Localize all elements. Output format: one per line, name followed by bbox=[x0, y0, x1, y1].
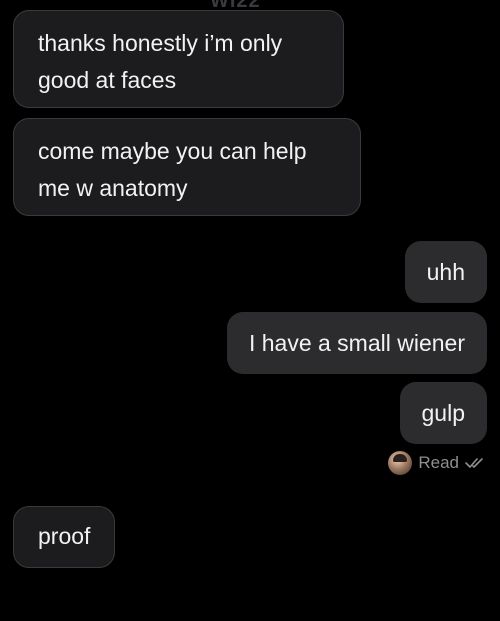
incoming-message[interactable]: come maybe you can help me w anatomy bbox=[13, 118, 361, 216]
outgoing-message[interactable]: gulp bbox=[399, 382, 487, 444]
double-check-icon bbox=[465, 458, 483, 468]
message-text: proof bbox=[38, 523, 91, 549]
message-text: I have a small wiener bbox=[248, 330, 465, 356]
message-text: come maybe you can help me w anatomy bbox=[38, 138, 307, 201]
incoming-message[interactable]: proof bbox=[13, 506, 116, 568]
message-text: thanks honestly i’m only good at faces bbox=[38, 30, 283, 93]
outgoing-message[interactable]: I have a small wiener bbox=[226, 312, 487, 374]
incoming-message[interactable]: thanks honestly i’m only good at faces bbox=[13, 10, 344, 108]
outgoing-message[interactable]: uhh bbox=[404, 241, 487, 303]
header-partial-title: WI22 bbox=[210, 0, 290, 8]
message-text: uhh bbox=[426, 259, 465, 285]
read-label: Read bbox=[418, 453, 459, 472]
chat-screen: WI22 thanks honestly i’m only good at fa… bbox=[0, 0, 500, 621]
read-receipt: Read bbox=[388, 449, 487, 477]
avatar[interactable] bbox=[388, 451, 413, 475]
message-text: gulp bbox=[421, 400, 465, 426]
